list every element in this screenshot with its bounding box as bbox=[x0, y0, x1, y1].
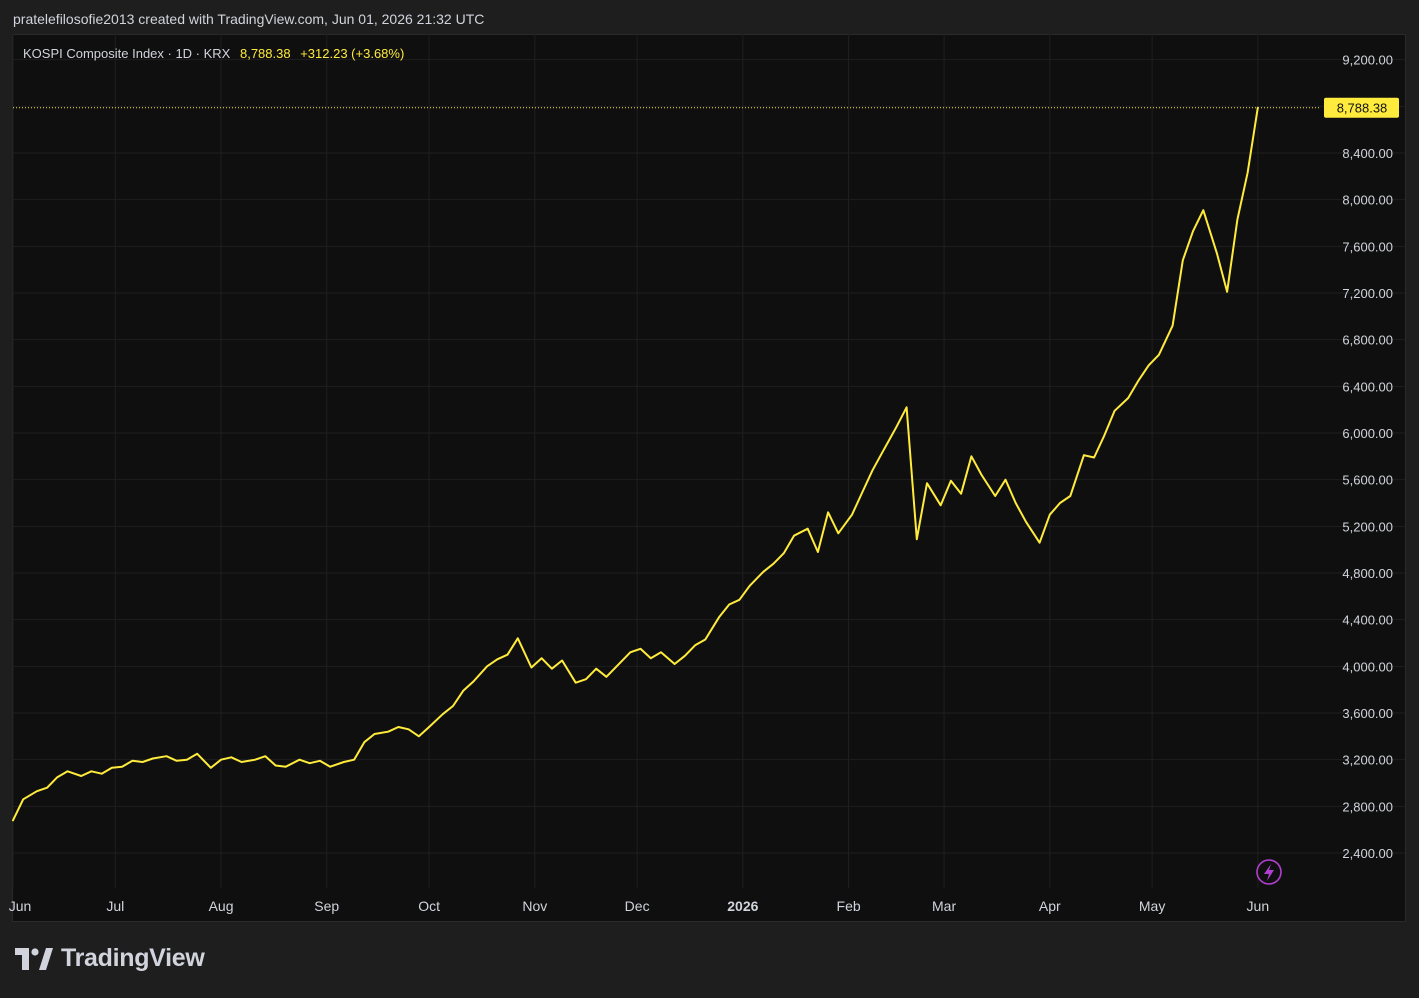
price-tick-label: 9,200.00 bbox=[1342, 53, 1393, 68]
time-tick-label: Jul bbox=[106, 898, 124, 914]
price-tick-label: 2,400.00 bbox=[1342, 846, 1393, 861]
price-tick-label: 3,600.00 bbox=[1342, 706, 1393, 721]
price-tick-label: 6,400.00 bbox=[1342, 379, 1393, 394]
tradingview-logo-icon bbox=[15, 947, 53, 970]
last-price-badge: 8,788.38 bbox=[1324, 97, 1399, 118]
price-tick-label: 4,800.00 bbox=[1342, 566, 1393, 581]
price-tick-label: 5,200.00 bbox=[1342, 519, 1393, 534]
time-tick-label: 2026 bbox=[727, 898, 758, 914]
price-change-value: +312.23 (+3.68%) bbox=[300, 46, 405, 61]
price-tick-label: 7,200.00 bbox=[1342, 286, 1393, 301]
price-tick-label: 5,600.00 bbox=[1342, 473, 1393, 488]
price-tick-label: 8,000.00 bbox=[1342, 193, 1393, 208]
time-tick-label: Oct bbox=[418, 898, 440, 914]
time-tick-label: Aug bbox=[209, 898, 234, 914]
price-tick-label: 2,800.00 bbox=[1342, 799, 1393, 814]
time-tick-label: Dec bbox=[625, 898, 650, 914]
time-tick-label: Feb bbox=[837, 898, 861, 914]
symbol-label: KOSPI Composite Index · 1D · KRX bbox=[23, 46, 231, 61]
price-tick-label: 6,800.00 bbox=[1342, 333, 1393, 348]
price-axis[interactable]: 2,400.00 2,800.00 3,200.00 3,600.00 4,000.00… bbox=[1342, 53, 1393, 861]
time-tick-label: Mar bbox=[932, 898, 956, 914]
time-axis[interactable]: Jun Jul Aug Sep Oct Nov Dec 2026 Feb Mar Apr May Jun bbox=[9, 898, 1269, 914]
price-tick-label: 3,200.00 bbox=[1342, 753, 1393, 768]
time-tick-label: Nov bbox=[522, 898, 547, 914]
brand-name: TradingView bbox=[61, 944, 205, 972]
time-tick-label: Jun bbox=[9, 898, 32, 914]
price-tick-label: 7,600.00 bbox=[1342, 239, 1393, 254]
tradingview-branding[interactable]: TradingView bbox=[15, 944, 205, 973]
chart-legend[interactable]: KOSPI Composite Index · 1D · KRX 8,788.3… bbox=[23, 46, 404, 61]
last-price-label: 8,788.38 bbox=[1337, 101, 1388, 116]
time-tick-label: Sep bbox=[314, 898, 339, 914]
time-tick-label: Apr bbox=[1039, 898, 1061, 914]
last-price-value: 8,788.38 bbox=[239, 46, 291, 61]
time-tick-label: Jun bbox=[1247, 898, 1270, 914]
price-chart[interactable]: Jun Jul Aug Sep Oct Nov Dec 2026 Feb Mar Apr May Jun… bbox=[0, 0, 1419, 998]
lightning-bolt-icon[interactable] bbox=[1256, 859, 1282, 885]
price-tick-label: 4,000.00 bbox=[1342, 659, 1393, 674]
price-tick-label: 6,000.00 bbox=[1342, 426, 1393, 441]
time-tick-label: May bbox=[1139, 898, 1165, 914]
price-tick-label: 4,400.00 bbox=[1342, 613, 1393, 628]
price-tick-label: 8,400.00 bbox=[1342, 146, 1393, 161]
